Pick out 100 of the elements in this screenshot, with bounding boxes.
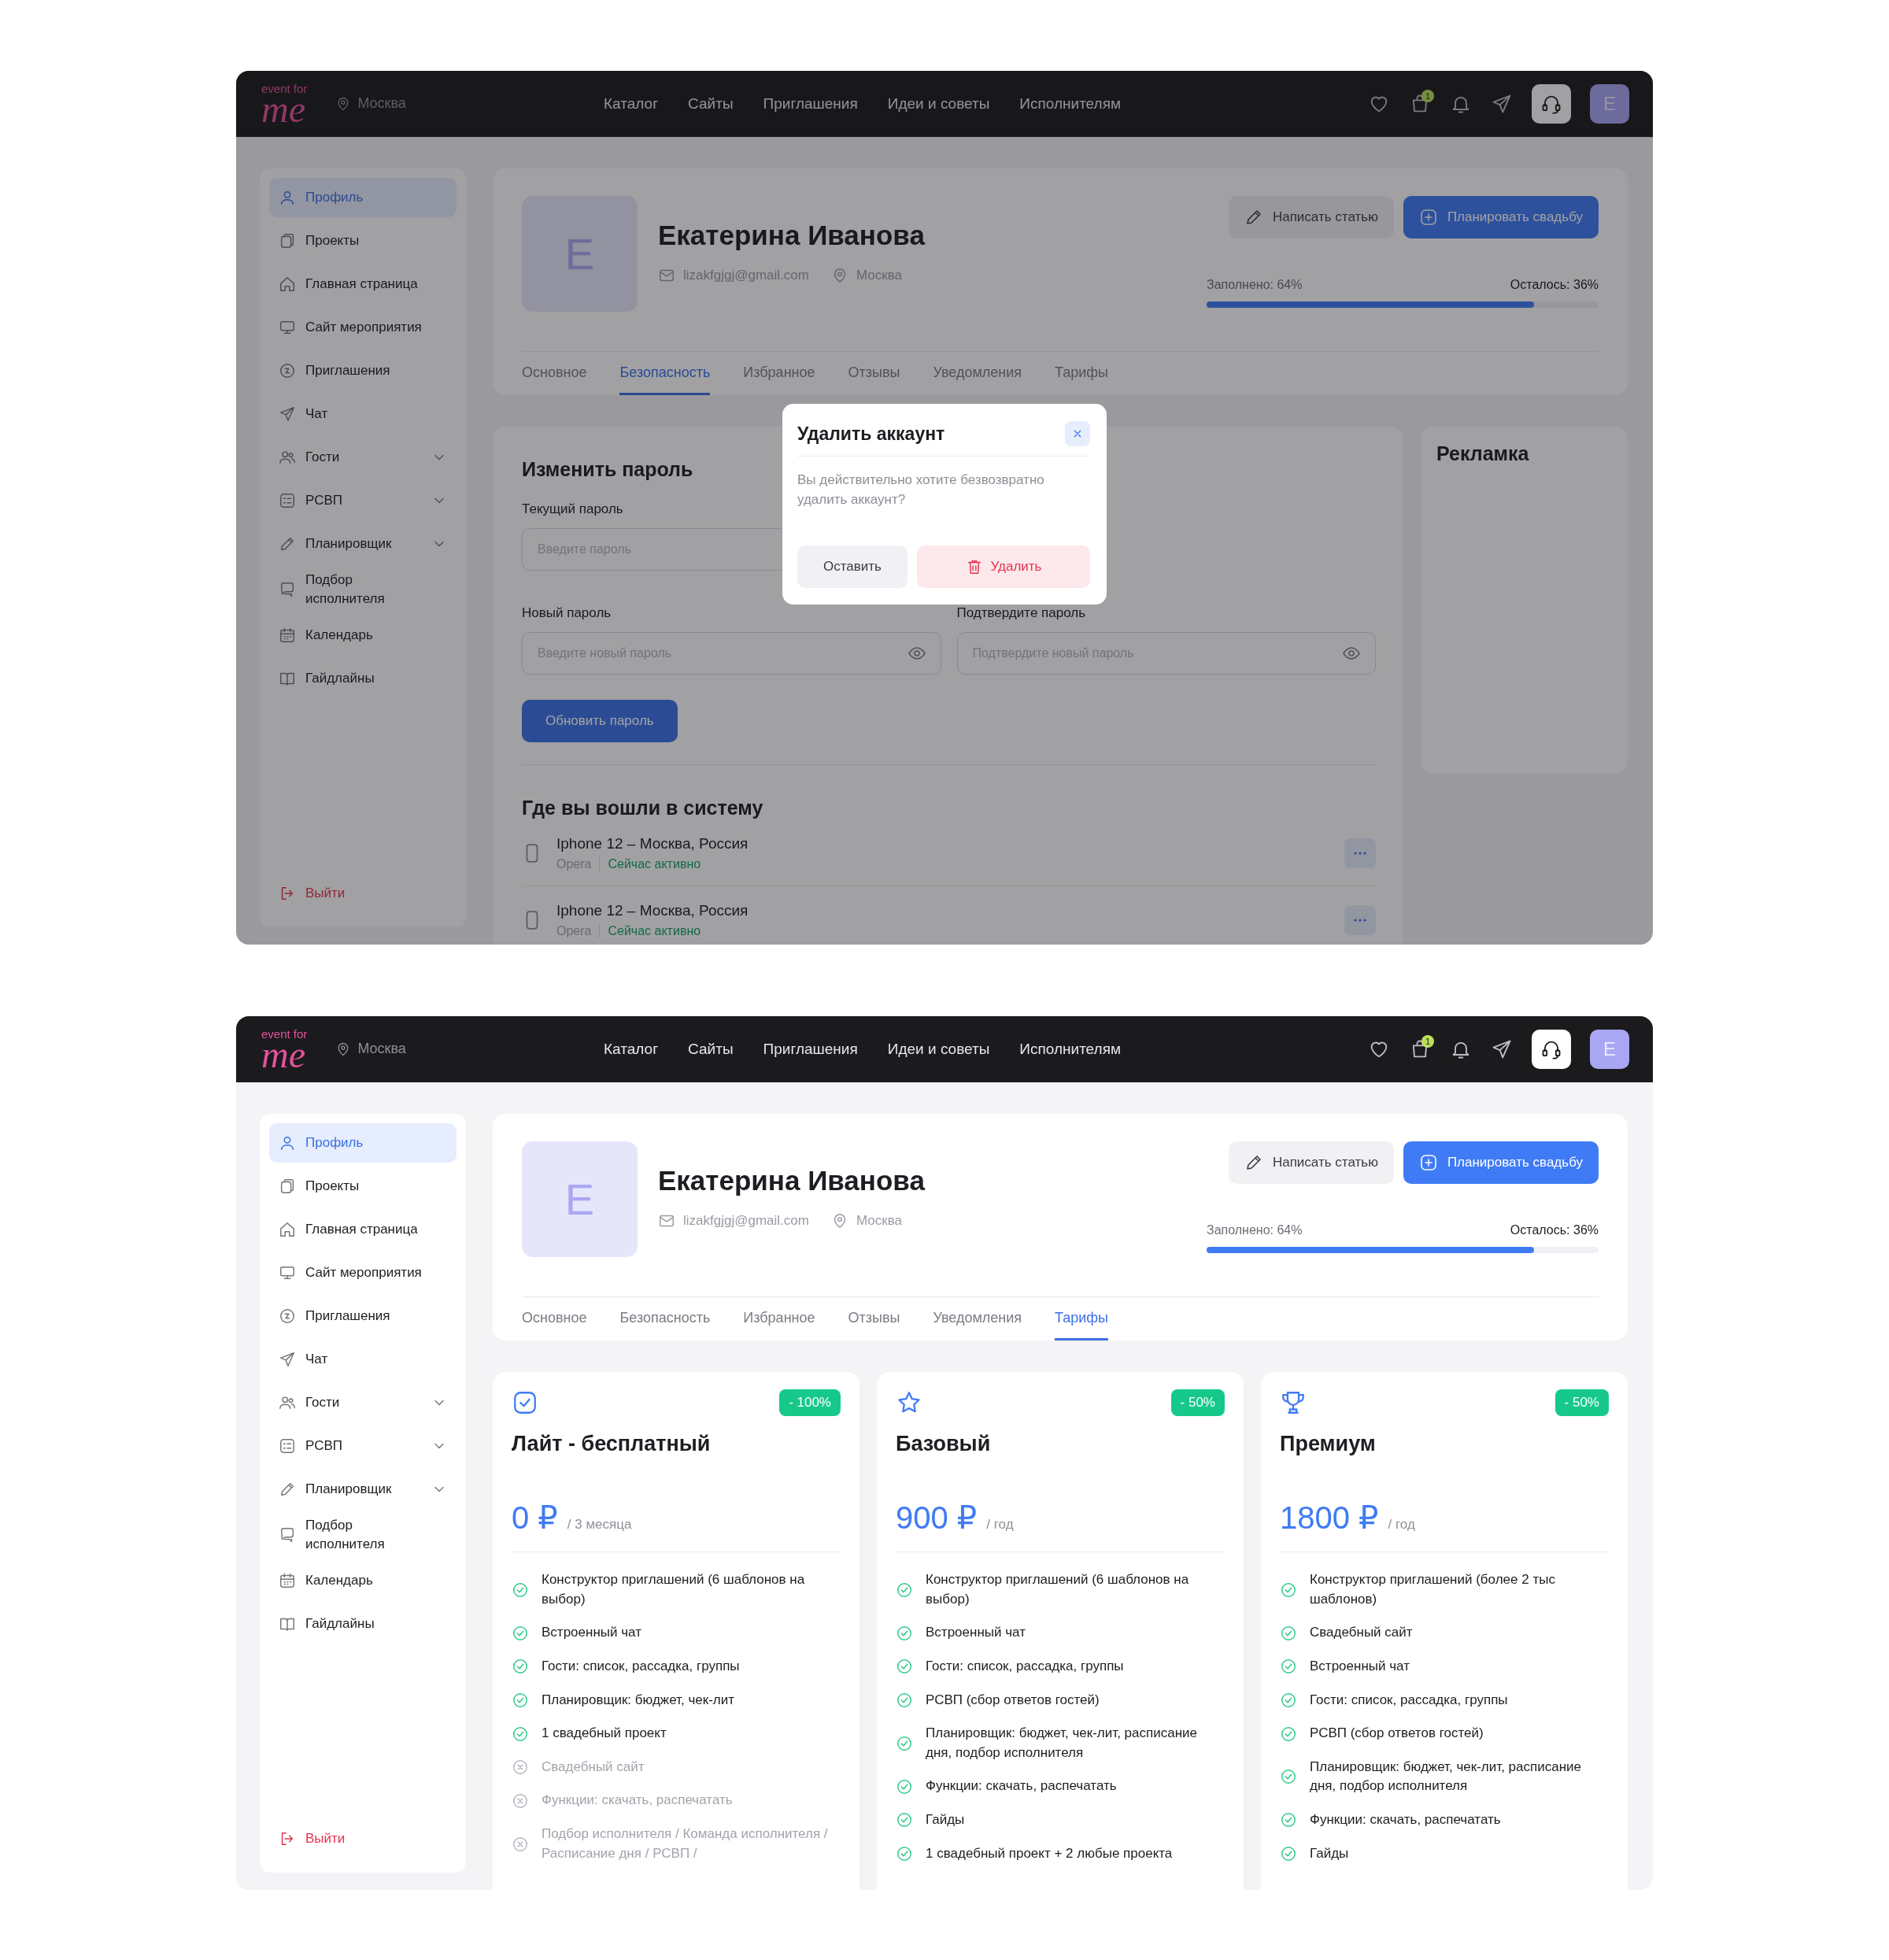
sidebar-item[interactable]: Гайдлайны [269, 1603, 457, 1644]
feature-text: Подбор исполнителя / Команда исполнителя / Расписание дня / РСВП / [542, 1825, 829, 1862]
feature-text: Гости: список, рассадка, группы [1310, 1691, 1508, 1709]
nav-link[interactable]: Каталог [604, 95, 659, 113]
count-badge: 1 [1421, 90, 1434, 102]
update-password-button[interactable]: Обновить пароль [522, 700, 678, 742]
sidebar-item[interactable]: Главная страница [269, 1210, 457, 1249]
sidebar-item[interactable]: Планировщик [269, 1470, 457, 1509]
profile-tab[interactable]: Основное [522, 352, 587, 395]
cancel-button[interactable]: Оставить [797, 545, 908, 589]
sidebar-item[interactable]: Гайдлайны [269, 658, 457, 698]
nav-link[interactable]: Сайты [688, 1041, 734, 1058]
feature-text: Встроенный чат [1310, 1657, 1410, 1675]
session-status: Сейчас активно [608, 857, 701, 871]
price: 1800 ₽ [1280, 1500, 1379, 1536]
sidebar-item[interactable]: Сайт мероприятия [269, 308, 457, 347]
home-icon [279, 1221, 296, 1238]
section-heading: Изменить пароль [522, 458, 693, 481]
feature-text: Конструктор приглашений (6 шаблонов на выбор) [926, 1571, 1190, 1608]
messages-button[interactable] [1491, 93, 1513, 115]
profile-tab[interactable]: Уведомления [933, 1297, 1022, 1341]
support-button[interactable] [1532, 84, 1571, 124]
feature-text: Гайды [926, 1811, 965, 1829]
nav-link[interactable]: Приглашения [763, 95, 858, 113]
nav-link[interactable]: Идеи и советы [887, 95, 990, 113]
feature-text: Планировщик: бюджет, чек-лит, расписание дня, подбор исполнителя [926, 1725, 1198, 1762]
pencil-icon [279, 1481, 296, 1498]
sidebar-item[interactable]: Приглашения [269, 1296, 457, 1336]
nav-link[interactable]: Исполнителям [1019, 95, 1121, 113]
checkbox-icon [512, 1389, 538, 1416]
support-button[interactable] [1532, 1030, 1571, 1069]
feature-text: Свадебный сайт [542, 1758, 645, 1776]
sidebar-item[interactable]: Сайт мероприятия [269, 1253, 457, 1292]
sidebar-item[interactable]: Календарь [269, 615, 457, 655]
nav-link[interactable]: Приглашения [763, 1041, 858, 1058]
field-label: Подтвердите пароль [956, 605, 1086, 621]
sidebar-item[interactable]: Приглашения [269, 351, 457, 390]
sidebar-item[interactable]: Главная страница [269, 264, 457, 304]
logout-link[interactable]: Выйти [269, 1819, 457, 1858]
feature-text: Свадебный сайт [1310, 1624, 1413, 1642]
count-badge: 1 [1421, 1035, 1434, 1048]
plan-wedding-button[interactable]: Планировать свадьбу [1403, 196, 1599, 239]
email-text: lizakfgjgj@gmail.com [683, 268, 809, 283]
sidebar-item[interactable]: Проекты [269, 221, 457, 261]
sidebar-item[interactable]: Календарь [269, 1560, 457, 1600]
write-article-button[interactable]: Написать статью [1228, 1141, 1394, 1184]
sidebar-item[interactable]: РСВП [269, 1426, 457, 1466]
nav-link[interactable]: Исполнителям [1019, 1041, 1121, 1058]
profile-tab[interactable]: Безопасность [619, 352, 711, 395]
checklist-icon [279, 492, 296, 509]
sidebar-item[interactable]: Чат [269, 394, 457, 434]
nav-link[interactable]: Каталог [604, 1041, 659, 1058]
profile-tab[interactable]: Безопасность [619, 1297, 711, 1341]
sidebar-item[interactable]: Подбор исполнителя [269, 1513, 457, 1557]
session-status: Сейчас активно [608, 924, 701, 937]
profile-tab[interactable]: Основное [522, 1297, 587, 1341]
plus-icon [1418, 1153, 1438, 1172]
remaining-label: Осталось: 36% [1510, 278, 1599, 292]
write-article-button[interactable]: Написать статью [1228, 196, 1394, 239]
messages-button[interactable] [1491, 1038, 1513, 1060]
paper-plane-icon [279, 405, 296, 423]
home-icon [279, 276, 296, 293]
billing-period: / год [986, 1517, 1014, 1533]
plan-wedding-button[interactable]: Планировать свадьбу [1403, 1141, 1599, 1184]
sidebar-item[interactable]: Чат [269, 1340, 457, 1379]
people-icon [279, 1394, 296, 1411]
profile-tab[interactable]: Отзывы [848, 1297, 900, 1341]
nav-link[interactable]: Идеи и советы [887, 1041, 990, 1058]
location-selector[interactable]: Москва [335, 1041, 406, 1058]
sidebar-item[interactable]: Планировщик [269, 524, 457, 564]
sidebar-item[interactable]: Гости [269, 438, 457, 477]
sidebar-item[interactable]: Проекты [269, 1167, 457, 1206]
remaining-label: Осталось: 36% [1510, 1223, 1599, 1237]
paper-plane-icon [1491, 1038, 1513, 1060]
profile-tab[interactable]: Тарифы [1055, 1297, 1109, 1341]
profile-tab[interactable]: Тарифы [1055, 352, 1109, 395]
profile-tab[interactable]: Отзывы [848, 352, 900, 395]
user-icon [279, 1134, 296, 1152]
feature-text: 1 свадебный проект + 2 любые проекта [926, 1844, 1173, 1862]
profile-tab[interactable]: Уведомления [933, 352, 1022, 395]
city-text: Москва [856, 1213, 902, 1229]
progress-label: Заполнено: 64% [1207, 278, 1303, 292]
progress-label: Заполнено: 64% [1207, 1223, 1303, 1237]
profile-tab[interactable]: Избранное [743, 1297, 815, 1341]
monitor-icon [279, 319, 296, 336]
sidebar-item[interactable]: Профиль [269, 1123, 457, 1163]
delete-button[interactable]: Удалить [917, 545, 1090, 589]
profile-name: Екатерина Иванова [658, 1165, 925, 1196]
nav-link[interactable]: Сайты [688, 95, 734, 113]
logout-link[interactable]: Выйти [269, 874, 457, 913]
dots-icon [1354, 919, 1366, 922]
dialog-title: Удалить аккаунт [797, 423, 945, 445]
ad-title: Рекламка [1436, 442, 1530, 465]
sidebar-item[interactable]: РСВП [269, 481, 457, 520]
sidebar-item[interactable]: Гости [269, 1383, 457, 1422]
sidebar-item[interactable]: Подбор исполнителя [269, 568, 457, 612]
profile-tab[interactable]: Избранное [743, 352, 815, 395]
sidebar-item[interactable]: Профиль [269, 178, 457, 217]
billing-period: / год [1388, 1517, 1415, 1533]
discount-badge: - 50% [1554, 1389, 1609, 1416]
